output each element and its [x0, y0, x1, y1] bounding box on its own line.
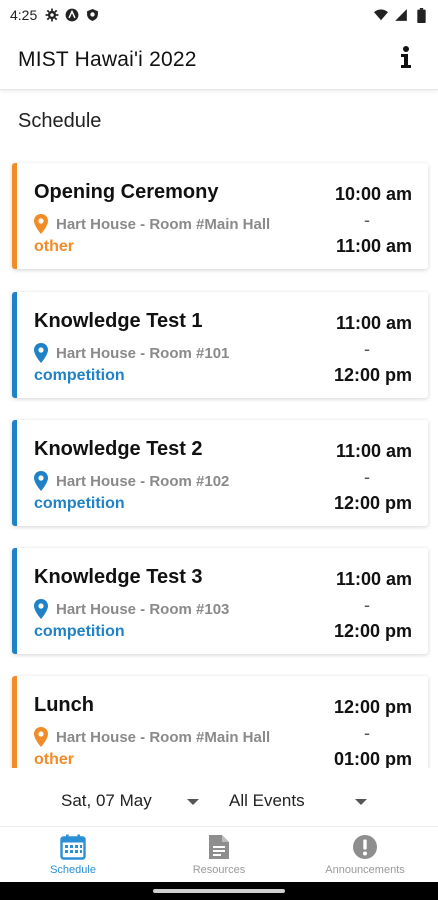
event-end-time: 01:00 pm [333, 749, 412, 768]
event-end-time: 12:00 pm [333, 365, 412, 385]
info-icon [400, 46, 412, 73]
event-time: 11:00 am - 12:00 pm [302, 438, 412, 516]
cell-signal-icon [394, 8, 408, 22]
event-start-time: 11:00 am [335, 569, 412, 589]
event-title: Knowledge Test 1 [34, 310, 203, 332]
app-bar: MIST Hawai'i 2022 [0, 30, 438, 90]
shield-icon [85, 8, 99, 22]
location-pin-icon [34, 727, 50, 747]
event-card[interactable]: Knowledge Test 1 Hart House - Room #101 … [12, 292, 428, 398]
event-end-time: 11:00 am [335, 236, 412, 256]
event-location: Hart House - Room #101 [34, 343, 229, 363]
event-location: Hart House - Room #102 [34, 471, 229, 491]
event-list[interactable]: Opening Ceremony Hart House - Room #Main… [0, 160, 438, 768]
event-type-dropdown[interactable]: All Events [229, 791, 367, 811]
section-title: Schedule [18, 110, 102, 132]
category-accent [12, 420, 17, 526]
tab-announcements-label: Announcements [325, 864, 405, 876]
tab-schedule[interactable]: Schedule [0, 827, 146, 882]
event-category: competition [34, 495, 125, 512]
location-pin-icon [34, 214, 50, 234]
event-title: Opening Ceremony [34, 181, 219, 203]
signal-a-icon [65, 8, 79, 22]
bottom-nav: Schedule Resources Announcements [0, 826, 438, 882]
event-title: Knowledge Test 2 [34, 438, 203, 460]
event-location-text: Hart House - Room #Main Hall [56, 728, 271, 746]
event-category: other [34, 751, 74, 768]
date-dropdown-value: Sat, 07 May [61, 791, 152, 810]
event-card[interactable]: Knowledge Test 3 Hart House - Room #103 … [12, 548, 428, 654]
event-end-time: 12:00 pm [333, 621, 412, 641]
event-start-time: 12:00 pm [333, 697, 412, 717]
event-title: Lunch [34, 694, 94, 716]
event-title: Knowledge Test 3 [34, 566, 203, 588]
time-separator: - [364, 210, 370, 230]
wifi-icon [374, 8, 388, 22]
home-handle[interactable] [153, 889, 285, 893]
event-time: 12:00 pm - 01:00 pm [302, 694, 412, 768]
event-time: 11:00 am - 12:00 pm [302, 566, 412, 644]
event-end-time: 12:00 pm [333, 493, 412, 513]
app-title: MIST Hawai'i 2022 [18, 47, 197, 71]
event-location-text: Hart House - Room #102 [56, 472, 230, 490]
event-location-text: Hart House - Room #101 [56, 344, 230, 362]
event-card[interactable]: Knowledge Test 2 Hart House - Room #102 … [12, 420, 428, 526]
category-accent [12, 676, 17, 768]
category-accent [12, 548, 17, 654]
event-location: Hart House - Room #103 [34, 599, 229, 619]
system-nav-bar [0, 882, 438, 900]
battery-icon [414, 7, 428, 23]
status-time: 4:25 [10, 7, 38, 23]
gear-icon [45, 8, 59, 22]
event-start-time: 10:00 am [334, 184, 412, 204]
time-separator: - [364, 723, 370, 743]
event-location-text: Hart House - Room #103 [56, 600, 230, 618]
event-category: competition [34, 623, 125, 640]
category-accent [12, 292, 17, 398]
category-accent [12, 163, 17, 269]
event-card[interactable]: Lunch Hart House - Room #Main Hall other… [12, 676, 428, 768]
tab-announcements[interactable]: Announcements [292, 827, 438, 882]
event-category: other [34, 238, 74, 255]
tab-schedule-label: Schedule [50, 864, 96, 876]
caret-down-icon [187, 799, 199, 805]
event-card[interactable]: Opening Ceremony Hart House - Room #Main… [12, 163, 428, 269]
time-separator: - [364, 467, 370, 487]
event-category: competition [34, 367, 125, 384]
location-pin-icon [34, 599, 50, 619]
event-start-time: 11:00 am [335, 441, 412, 461]
time-separator: - [364, 339, 370, 359]
location-pin-icon [34, 343, 50, 363]
info-button[interactable] [392, 46, 420, 74]
location-pin-icon [34, 471, 50, 491]
event-location: Hart House - Room #Main Hall [34, 214, 270, 234]
caret-down-icon [355, 799, 367, 805]
event-location: Hart House - Room #Main Hall [34, 727, 270, 747]
time-separator: - [364, 595, 370, 615]
alert-icon [351, 833, 379, 861]
event-start-time: 11:00 am [335, 313, 412, 333]
tab-resources-label: Resources [192, 864, 246, 876]
status-bar: 4:25 [0, 0, 438, 30]
event-location-text: Hart House - Room #Main Hall [56, 215, 271, 233]
date-dropdown[interactable]: Sat, 07 May [61, 791, 199, 811]
event-time: 10:00 am - 11:00 am [302, 181, 412, 259]
tab-resources[interactable]: Resources [146, 827, 292, 882]
event-type-dropdown-value: All Events [229, 791, 305, 810]
document-icon [205, 833, 233, 861]
event-time: 11:00 am - 12:00 pm [302, 310, 412, 388]
calendar-icon [59, 833, 87, 861]
filter-bar: Sat, 07 May All Events [0, 778, 438, 824]
